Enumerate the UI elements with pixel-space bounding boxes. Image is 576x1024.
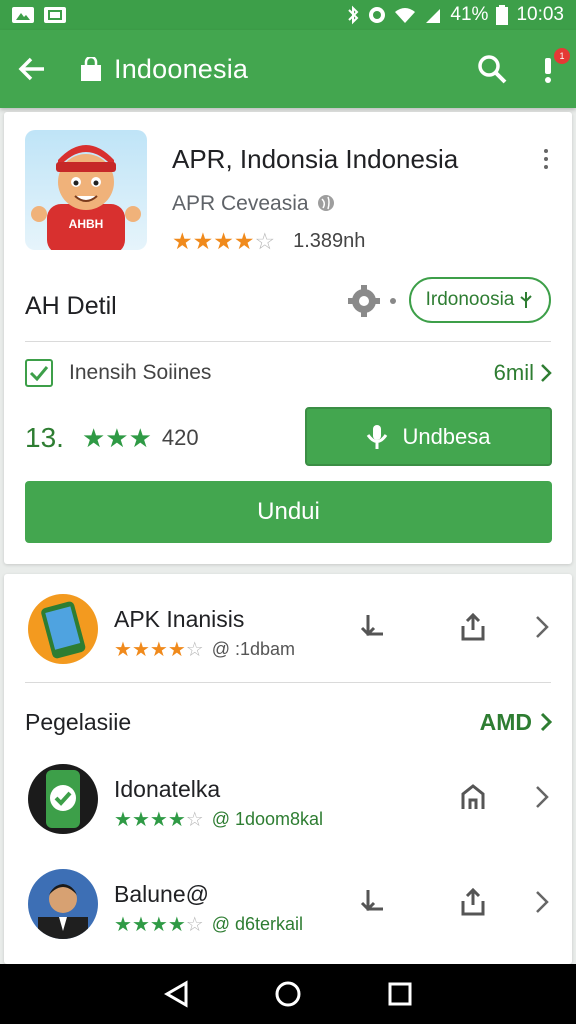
image-notification-icon (12, 7, 34, 23)
search-button[interactable] (464, 30, 520, 108)
bluetooth-icon (346, 5, 360, 25)
dot-separator (390, 298, 396, 304)
square-recents-icon (388, 982, 412, 1006)
size-link-label: 6mil (493, 360, 534, 385)
house-icon (461, 784, 485, 809)
message-notification-icon (44, 7, 66, 23)
microphone-icon (367, 424, 388, 449)
list-item[interactable]: Idonatelka ★ ★ ★ ★ ☆ @ 1doom8kal (4, 754, 572, 844)
list-item-meta-text: @ d6terkail (211, 914, 303, 934)
list-item-meta-text: @ 1doom8kal (211, 809, 324, 829)
download-arrow-icon (360, 890, 383, 912)
triangle-back-icon (164, 980, 188, 1008)
chevron-right-icon (536, 616, 549, 638)
battery-percent: 41% (450, 4, 489, 25)
list-item-title: APK Inanisis (114, 606, 245, 632)
list-item-title: Balune@ (114, 881, 209, 907)
battery-icon (496, 5, 509, 25)
section-title: Pegelasiie (25, 708, 132, 735)
divider (25, 341, 551, 342)
app-name: APR, Indonsia Indonesia (172, 144, 459, 174)
download-button[interactable] (354, 885, 388, 919)
gear-icon[interactable] (347, 284, 381, 318)
chevron-right-icon (536, 786, 549, 808)
share-icon (461, 612, 485, 641)
notifications-button[interactable]: 1 (520, 30, 576, 108)
size-link[interactable]: 6mil (494, 360, 552, 386)
system-nav-bar (0, 964, 576, 1024)
list-item-meta: ★ ★ ★ ★ ☆ @ :1dbam (114, 638, 295, 661)
arrow-left-icon (18, 57, 44, 81)
alert-icon (545, 58, 551, 83)
globe-icon (318, 195, 334, 211)
chip-label: Irdonoosia (425, 289, 515, 310)
option-row[interactable]: Inensih Soiines 6mil (25, 356, 552, 390)
section-more-link[interactable]: AMD (480, 709, 552, 736)
checkbox[interactable] (25, 359, 53, 387)
secondary-install-button[interactable]: Undbesa (305, 407, 552, 466)
home-button[interactable] (456, 780, 490, 814)
list-item-title: Idonatelka (114, 776, 221, 802)
rating-count: 1.389nh (293, 230, 366, 252)
secondary-install-label: Undbesa (402, 423, 491, 449)
list-item-meta-text: @ :1dbam (211, 639, 295, 659)
rating-value: 13. (25, 422, 64, 453)
shopping-bag-icon (80, 57, 102, 81)
list-item[interactable]: APK Inanisis ★ ★ ★ ★ ☆ @ :1dbam (4, 584, 572, 674)
chevron-right-icon (536, 891, 549, 913)
rating-summary: 13. ★ ★ ★ 420 (25, 422, 199, 453)
developer-name[interactable]: APR Ceveasia (172, 192, 309, 216)
list-item[interactable]: Balune@ ★ ★ ★ ★ ☆ @ d6terkail (4, 859, 572, 949)
chevron-right-icon (540, 712, 552, 732)
page-title: Indoonesia (114, 53, 249, 84)
download-arrow-icon (360, 615, 383, 637)
more-options-button[interactable] (532, 142, 560, 176)
rating-sub-count: 420 (161, 425, 199, 450)
app-rating-stars: ★ ★ ★ ★ ☆ 1.389nh (172, 228, 366, 254)
check-icon (29, 366, 49, 381)
divider (25, 682, 551, 683)
app-bar: Indoonesia 1 (0, 30, 576, 108)
list-item-chevron[interactable] (532, 782, 552, 812)
back-button[interactable] (0, 30, 64, 108)
status-bar: 41% 10:03 (0, 0, 576, 30)
install-button[interactable]: Undui (25, 481, 552, 543)
related-apps-card: APK Inanisis ★ ★ ★ ★ ☆ @ :1dbam Pegelasiie A… (4, 574, 572, 964)
list-item-chevron[interactable] (532, 612, 552, 642)
section-header: Pegelasiie AMD (25, 702, 552, 742)
more-vert-icon (544, 149, 548, 153)
nav-home-button[interactable] (268, 974, 308, 1014)
app-detail-card: AHBH APR, Indonsia Indonesia APR Ceveasi… (4, 112, 572, 564)
search-icon (478, 55, 507, 84)
signal-icon (424, 6, 442, 24)
leaf-icon (520, 292, 533, 308)
nav-recents-button[interactable] (380, 974, 420, 1014)
category-chip[interactable]: Irdonoosia (409, 277, 551, 323)
list-item-meta: ★ ★ ★ ★ ☆ @ 1doom8kal (114, 808, 324, 831)
nav-back-button[interactable] (156, 974, 196, 1014)
section-more-label: AMD (479, 708, 532, 735)
list-item-meta: ★ ★ ★ ★ ☆ @ d6terkail (114, 913, 303, 936)
app-icon (28, 764, 98, 834)
share-icon (461, 887, 485, 916)
download-button[interactable] (354, 610, 388, 644)
alarm-icon (368, 6, 386, 24)
detail-label: AH Detil (25, 292, 117, 320)
checkbox-label: Inensih Soiines (69, 361, 212, 384)
notification-badge: 1 (554, 48, 570, 64)
app-icon-shirt-text: AHBH (69, 217, 104, 231)
share-button[interactable] (456, 610, 490, 644)
wifi-icon (394, 6, 416, 24)
app-icon (28, 594, 98, 664)
circle-home-icon (275, 981, 301, 1007)
share-button[interactable] (456, 885, 490, 919)
list-item-chevron[interactable] (532, 887, 552, 917)
avatar (28, 869, 98, 939)
chevron-right-icon (541, 364, 552, 382)
clock: 10:03 (516, 4, 564, 25)
app-icon: AHBH (25, 130, 147, 250)
